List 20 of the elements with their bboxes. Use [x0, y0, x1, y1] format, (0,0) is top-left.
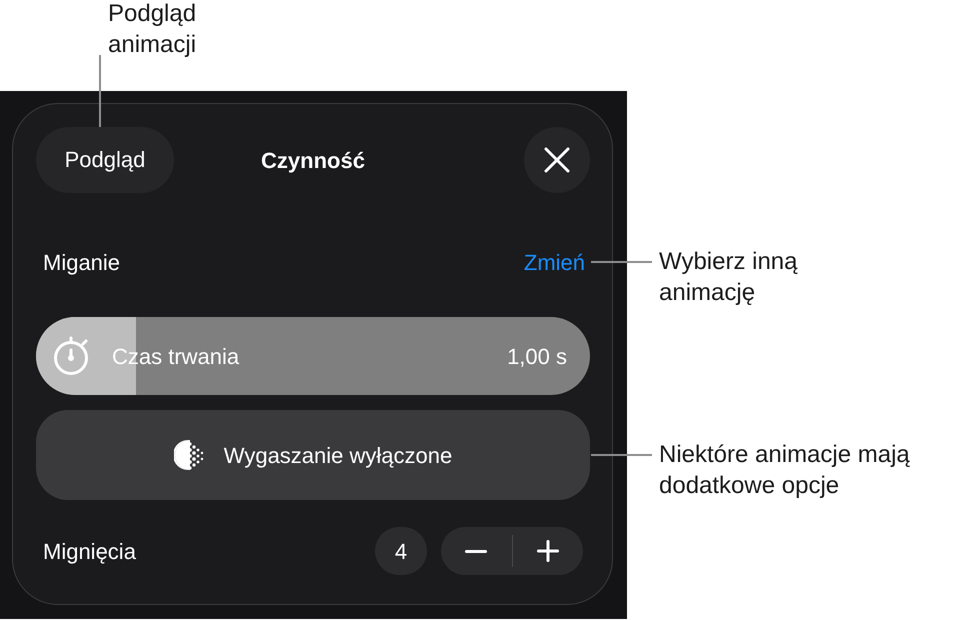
- duration-value: 1,00 s: [507, 342, 567, 370]
- leader-line: [591, 454, 652, 456]
- callout-label: Niektóre animacje mają dodatkowe opcje: [659, 440, 911, 501]
- callout-label: Wybierz inną animację: [659, 247, 799, 308]
- change-link[interactable]: Zmień: [524, 246, 585, 278]
- plus-icon: [536, 540, 559, 562]
- panel-title: Czynność: [261, 146, 365, 175]
- duration-slider[interactable]: Czas trwania 1,00 s: [36, 317, 590, 395]
- minus-icon: [465, 550, 488, 552]
- duration-label: Czas trwania: [112, 342, 240, 370]
- preview-button[interactable]: Podgląd: [36, 127, 174, 193]
- leader-line: [591, 261, 652, 263]
- repeats-count: 4: [375, 527, 427, 575]
- repeats-label: Mignięcia: [43, 538, 136, 566]
- fade-icon: [174, 438, 206, 472]
- leader-line: [99, 55, 101, 127]
- fade-button[interactable]: Wygaszanie wyłączone: [36, 410, 590, 500]
- animation-name: Miganie: [43, 248, 120, 277]
- close-icon: [544, 147, 570, 173]
- callout-label: Podgląd animacji: [108, 0, 198, 60]
